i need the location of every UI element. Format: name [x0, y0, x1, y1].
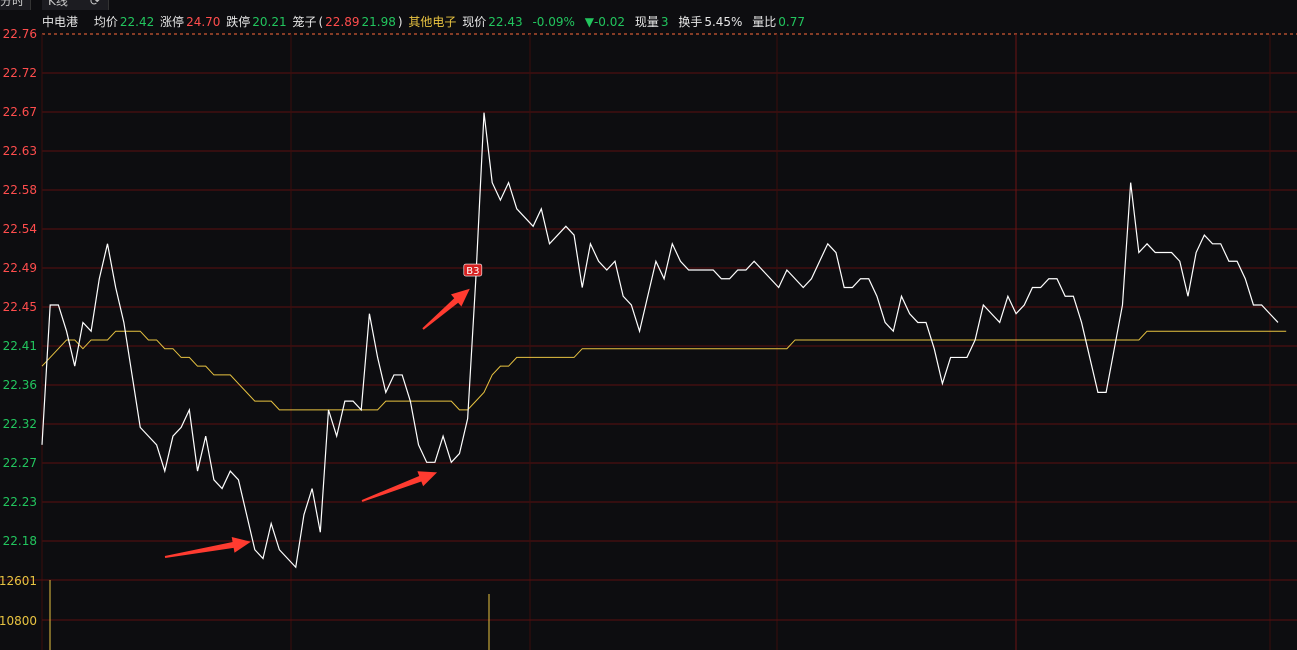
annotation-arrow — [422, 288, 470, 330]
price-tick-label: 22.41 — [3, 339, 37, 353]
volume-tick-label: 10800 — [0, 614, 37, 628]
price-tick-label: 22.67 — [3, 105, 37, 119]
volume-bars — [49, 580, 490, 650]
price-tick-label: 22.72 — [3, 66, 37, 80]
marker-label: B3 — [466, 266, 479, 277]
price-tick-label: 22.63 — [3, 144, 37, 158]
price-tick-label: 22.45 — [3, 300, 37, 314]
average-price-line — [41, 330, 1287, 411]
arrow-shape — [422, 288, 470, 330]
volume-axis: 12601 10800 — [0, 574, 37, 628]
price-axis: 22.76 22.72 22.67 22.63 22.58 22.54 22.49 22.45… — [3, 27, 37, 548]
price-tick-label: 22.32 — [3, 417, 37, 431]
intraday-chart[interactable]: 22.76 22.72 22.67 22.63 22.58 22.54 22.49 22.45… — [0, 0, 1297, 650]
volume-tick-label: 12601 — [0, 574, 37, 588]
arrow-shape — [361, 471, 438, 502]
price-tick-label: 22.76 — [3, 27, 37, 41]
price-tick-label: 22.36 — [3, 378, 37, 392]
price-tick-label: 22.49 — [3, 261, 37, 275]
annotation-arrow — [164, 537, 251, 558]
price-tick-label: 22.58 — [3, 183, 37, 197]
trade-marker-layer[interactable]: B3 — [463, 263, 483, 277]
arrow-shape — [164, 537, 251, 558]
price-tick-label: 22.27 — [3, 456, 37, 470]
price-tick-label: 22.18 — [3, 534, 37, 548]
price-tick-label: 22.23 — [3, 495, 37, 509]
chart-grid — [0, 33, 1297, 650]
trade-marker-b3: B3 — [463, 263, 483, 277]
average-line-layer — [41, 330, 1287, 411]
annotation-arrow — [361, 471, 438, 502]
price-tick-label: 22.54 — [3, 222, 37, 236]
